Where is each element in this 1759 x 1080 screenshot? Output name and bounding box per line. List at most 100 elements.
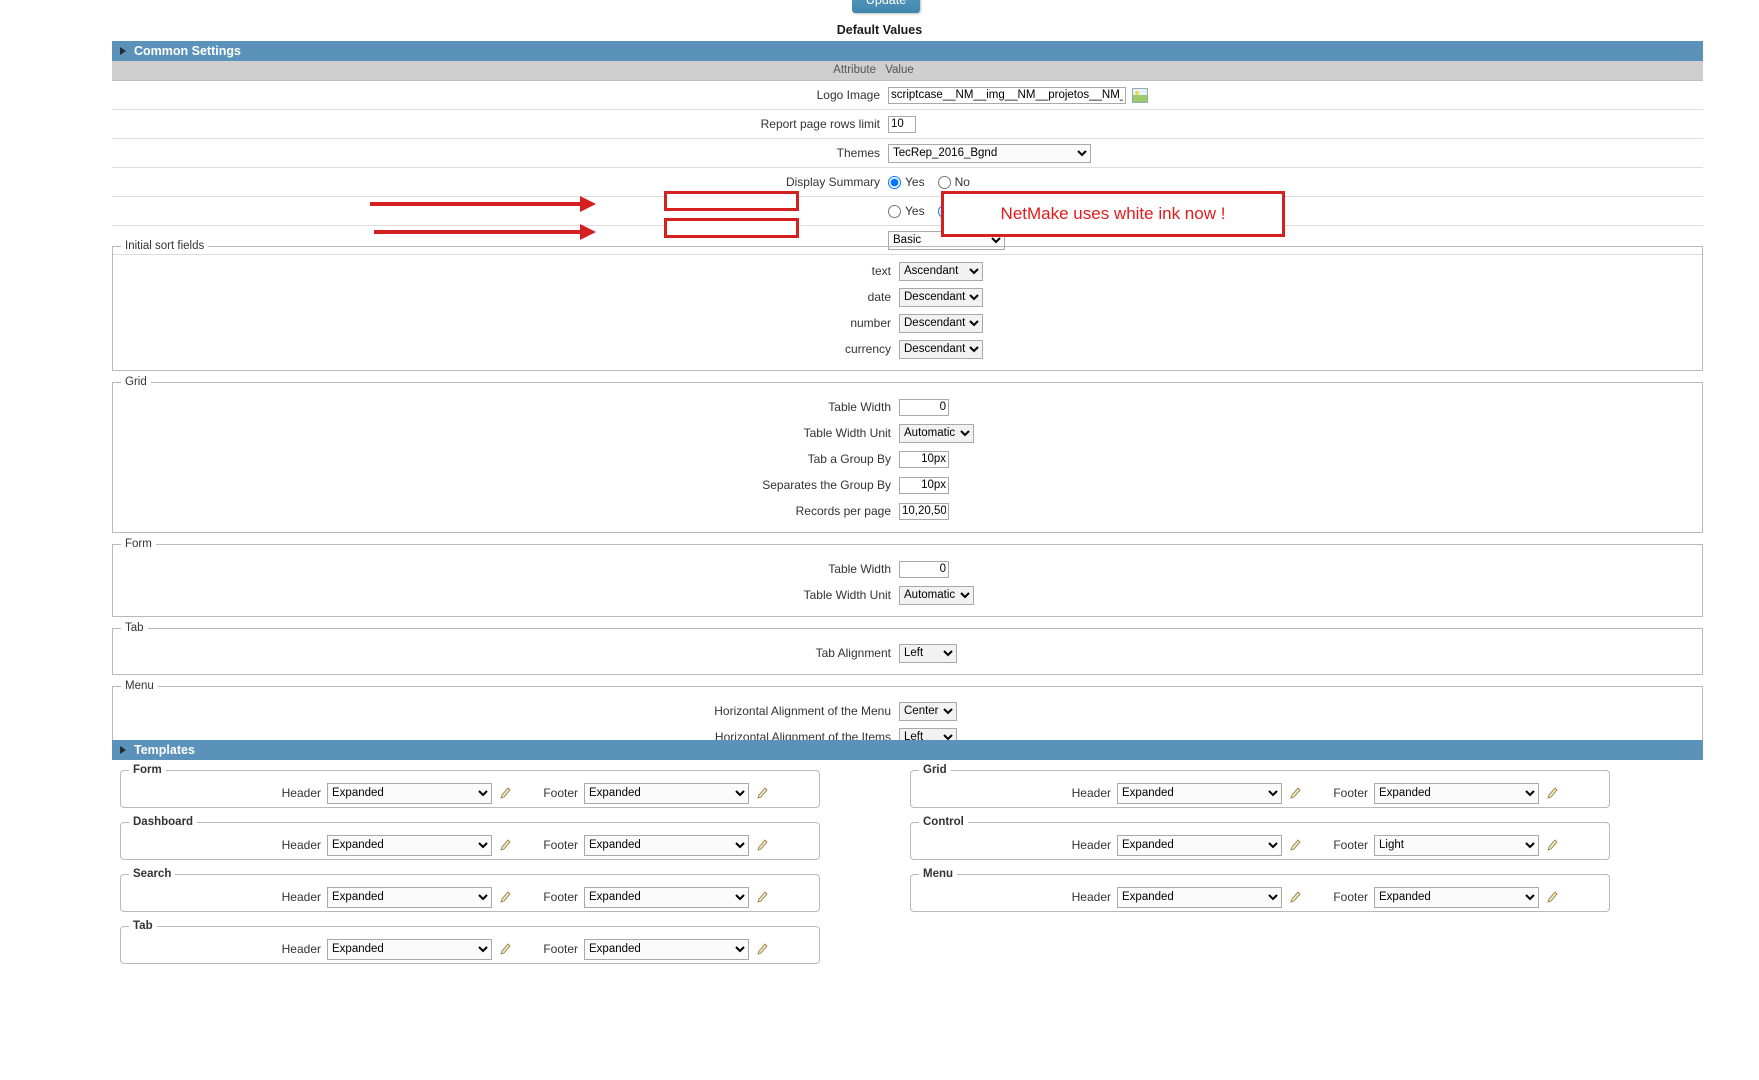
template-row-tab: Header Expanded Footer Expanded — [121, 936, 819, 962]
row-menu-horizontal-alignment: Horizontal Alignment of the Menu Center — [113, 698, 1702, 724]
label-menu-horizontal-alignment: Horizontal Alignment of the Menu — [714, 704, 891, 718]
label-form-table-width: Table Width — [828, 562, 891, 576]
pencil-icon-tab-header[interactable] — [498, 942, 512, 957]
pencil-icon-dashboard-footer[interactable] — [755, 838, 769, 853]
grid-table-width-unit-select[interactable]: Automatic — [899, 423, 974, 443]
templates-header[interactable]: Templates — [112, 740, 1703, 760]
template-row-form: Header Expanded Footer Expanded — [121, 780, 819, 806]
template-form-header-select[interactable]: Expanded — [327, 782, 492, 804]
display-summary-no[interactable]: No — [937, 175, 970, 189]
row-sort-number: number Descendant — [113, 310, 1702, 336]
themes-select[interactable]: TecRep_2016_Bgnd — [888, 143, 1091, 163]
template-menu-footer-select[interactable]: Expanded — [1374, 886, 1539, 908]
template-tab-header-select[interactable]: Expanded — [327, 938, 492, 960]
label-sort-number: number — [850, 316, 891, 330]
row-sort-text: text Ascendant — [113, 258, 1702, 284]
pencil-icon-tab-footer[interactable] — [755, 942, 769, 957]
pencil-icon-control-header[interactable] — [1288, 838, 1302, 853]
pencil-icon-form-footer[interactable] — [755, 786, 769, 801]
row-grid-table-width-unit: Table Width Unit Automatic — [113, 420, 1702, 446]
template-form-footer-select[interactable]: Expanded — [584, 782, 749, 804]
row-tab-alignment: Tab Alignment Left — [113, 640, 1702, 666]
template-control-header-select[interactable]: Expanded — [1117, 834, 1282, 856]
template-legend-search: Search — [133, 868, 172, 880]
row-sort-date: date Descendant — [113, 284, 1702, 310]
display-summary-no-label: No — [954, 175, 970, 189]
label-report-rows-limit: Report page rows limit — [760, 117, 880, 131]
template-dashboard-footer-select[interactable]: Expanded — [584, 834, 749, 856]
label-grid-records-per-page: Records per page — [795, 504, 891, 518]
template-tab-footer-select[interactable]: Expanded — [584, 938, 749, 960]
template-footer-label-menu: Footer — [1333, 890, 1368, 904]
template-menu-header-select[interactable]: Expanded — [1117, 886, 1282, 908]
redacted-yes[interactable]: Yes — [888, 204, 925, 218]
display-summary-no-radio[interactable] — [937, 175, 951, 189]
display-summary-yes-label: Yes — [905, 175, 925, 189]
template-legend-form: Form — [133, 764, 162, 776]
pencil-icon-menu-footer[interactable] — [1545, 890, 1559, 905]
template-search-footer-select[interactable]: Expanded — [584, 886, 749, 908]
row-grid-tab-group-by: Tab a Group By — [113, 446, 1702, 472]
sort-date-select[interactable]: Descendant — [899, 287, 983, 307]
form-table-width-unit-select[interactable]: Automatic — [899, 585, 974, 605]
label-sort-text: text — [871, 264, 891, 278]
template-legend-tab: Tab — [133, 920, 153, 932]
initial-sort-fields-group: Initial sort fields text Ascendant date … — [112, 240, 1703, 371]
common-settings-panel: Common Settings Attribute Value Logo Ima… — [112, 41, 1703, 255]
template-search-header-select[interactable]: Expanded — [327, 886, 492, 908]
template-row-dashboard: Header Expanded Footer Expanded — [121, 832, 819, 858]
grid-records-per-page-input[interactable] — [899, 502, 949, 520]
pencil-icon-search-footer[interactable] — [755, 890, 769, 905]
template-header-label-search: Header — [281, 890, 321, 904]
grid-tab-group-by-input[interactable] — [899, 450, 949, 468]
sort-currency-select[interactable]: Descendant — [899, 339, 983, 359]
pencil-icon-menu-header[interactable] — [1288, 890, 1302, 905]
pencil-icon-control-footer[interactable] — [1545, 838, 1559, 853]
row-grid-table-width: Table Width — [113, 394, 1702, 420]
update-button[interactable]: Update — [852, 0, 920, 13]
template-grid-footer-select[interactable]: Expanded — [1374, 782, 1539, 804]
templates-grid: Form Header Expanded Footer Expanded Das… — [112, 764, 1703, 1014]
template-footer-label-search: Footer — [543, 890, 578, 904]
template-group-dashboard: Dashboard Header Expanded Footer Expande… — [120, 816, 820, 860]
label-grid-tab-group-by: Tab a Group By — [807, 452, 891, 466]
common-settings-header[interactable]: Common Settings — [112, 41, 1703, 61]
template-header-label-tab: Header — [281, 942, 321, 956]
template-dashboard-header-select[interactable]: Expanded — [327, 834, 492, 856]
menu-horizontal-alignment-select[interactable]: Center — [899, 701, 957, 721]
sort-text-select[interactable]: Ascendant — [899, 261, 983, 281]
pencil-icon-grid-footer[interactable] — [1545, 786, 1559, 801]
report-rows-limit-input[interactable] — [888, 115, 916, 133]
template-control-footer-select[interactable]: Light — [1374, 834, 1539, 856]
sort-number-select[interactable]: Descendant — [899, 313, 983, 333]
templates-title: Templates — [134, 743, 195, 757]
template-group-control: Control Header Expanded Footer Light — [910, 816, 1610, 860]
pencil-icon-search-header[interactable] — [498, 890, 512, 905]
pencil-icon-grid-header[interactable] — [1288, 786, 1302, 801]
template-legend-dashboard: Dashboard — [133, 816, 194, 828]
display-summary-yes-radio[interactable] — [888, 175, 901, 189]
grid-table-width-input[interactable] — [899, 398, 949, 416]
template-row-control: Header Expanded Footer Light — [911, 832, 1609, 858]
template-grid-header-select[interactable]: Expanded — [1117, 782, 1282, 804]
form-table-width-input[interactable] — [899, 560, 949, 578]
grid-legend: Grid — [125, 376, 147, 388]
redacted-yes-radio[interactable] — [888, 204, 901, 218]
pencil-icon-dashboard-header[interactable] — [498, 838, 512, 853]
image-picker-icon[interactable] — [1132, 87, 1148, 103]
column-header-attribute: Attribute — [833, 64, 876, 76]
template-legend-menu: Menu — [923, 868, 954, 880]
pencil-icon-form-header[interactable] — [498, 786, 512, 801]
template-group-form: Form Header Expanded Footer Expanded — [120, 764, 820, 808]
template-footer-label-tab: Footer — [543, 942, 578, 956]
template-header-label-control: Header — [1071, 838, 1111, 852]
logo-image-input[interactable] — [888, 86, 1126, 104]
form-legend: Form — [125, 538, 152, 550]
display-summary-yes[interactable]: Yes — [888, 175, 925, 189]
redaction-box-2 — [664, 218, 799, 238]
tab-alignment-select[interactable]: Left — [899, 643, 957, 663]
grid-separates-group-by-input[interactable] — [899, 476, 949, 494]
template-header-label-menu: Header — [1071, 890, 1111, 904]
row-themes: Themes TecRep_2016_Bgnd — [112, 139, 1703, 168]
template-legend-control: Control — [923, 816, 964, 828]
